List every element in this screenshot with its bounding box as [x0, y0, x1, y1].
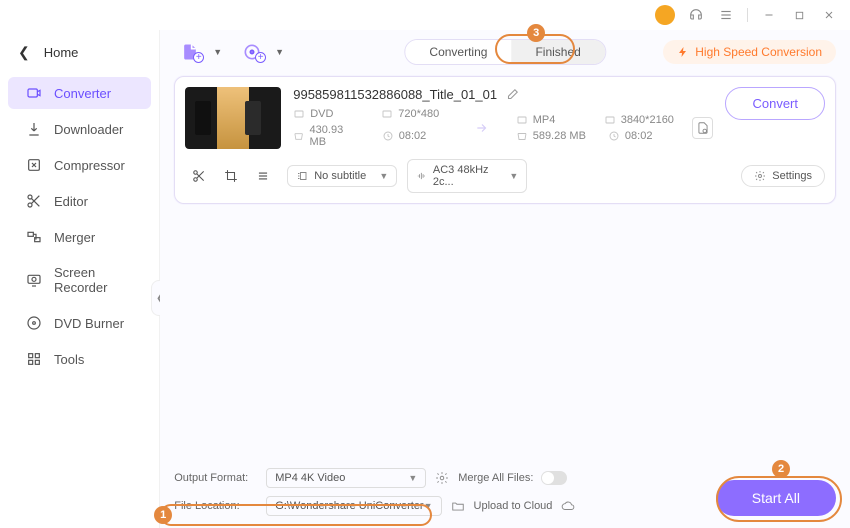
lightning-icon	[677, 46, 689, 58]
footer-bar: Output Format: MP4 4K Video ▼ Merge All …	[174, 458, 836, 520]
tab-segment: Converting Finished	[404, 39, 605, 65]
src-format: DVD	[310, 108, 333, 120]
add-dvd-button[interactable]: + ▼	[236, 38, 290, 66]
edit-title-icon[interactable]	[505, 88, 519, 102]
annotation-badge-2: 2	[772, 460, 790, 478]
main-panel: + ▼ + ▼ Converting Finished High Speed C…	[160, 30, 850, 528]
output-gear-icon[interactable]	[434, 470, 450, 486]
output-format-dropdown[interactable]: MP4 4K Video ▼	[266, 468, 426, 488]
maximize-icon[interactable]	[790, 6, 808, 24]
sidebar-item-screen-recorder[interactable]: Screen Recorder	[8, 257, 151, 303]
tools-icon	[26, 351, 42, 367]
screen-recorder-icon	[26, 272, 42, 288]
sidebar-item-compressor[interactable]: Compressor	[8, 149, 151, 181]
sidebar-item-label: Compressor	[54, 158, 125, 173]
menu-icon[interactable]	[717, 6, 735, 24]
file-location-label: File Location:	[174, 500, 258, 512]
sidebar-item-dvd-burner[interactable]: DVD Burner	[8, 307, 151, 339]
download-icon	[26, 121, 42, 137]
caret-down-icon: ▼	[408, 473, 417, 483]
sidebar-item-merger[interactable]: Merger	[8, 221, 151, 253]
trim-icon[interactable]	[191, 168, 207, 184]
high-speed-label: High Speed Conversion	[695, 45, 822, 59]
minimize-icon[interactable]	[760, 6, 778, 24]
dst-resolution: 3840*2160	[621, 114, 674, 126]
sidebar-item-converter[interactable]: Converter	[8, 77, 151, 109]
file-title: 995859811532886088_Title_01_01	[293, 87, 497, 102]
merger-icon	[26, 229, 42, 245]
window-titlebar	[0, 0, 850, 30]
source-meta: DVD 720*480 430.93 MB 08:02	[293, 108, 447, 148]
caret-down-icon: ▼	[379, 171, 388, 181]
plus-icon: +	[193, 52, 204, 63]
convert-button[interactable]: Convert	[725, 87, 825, 120]
src-size: 430.93 MB	[310, 124, 360, 148]
output-format-value: MP4 4K Video	[275, 472, 345, 484]
home-back[interactable]: ❮ Home	[0, 38, 159, 67]
scissors-icon	[26, 193, 42, 209]
sidebar-item-editor[interactable]: Editor	[8, 185, 151, 217]
sidebar-item-label: Editor	[54, 194, 88, 209]
merge-label: Merge All Files:	[458, 472, 533, 484]
file-location-dropdown[interactable]: G:\Wondershare UniConverter ▼	[266, 496, 441, 516]
sidebar: ❮ Home Converter Downloader Compressor	[0, 30, 160, 528]
subtitle-dropdown[interactable]: No subtitle ▼	[287, 165, 397, 187]
arrow-right-icon	[466, 121, 498, 135]
sidebar-item-label: Downloader	[54, 122, 123, 137]
merge-toggle[interactable]	[541, 471, 567, 485]
sidebar-item-label: Tools	[54, 352, 84, 367]
sidebar-item-label: DVD Burner	[54, 316, 124, 331]
caret-down-icon: ▼	[424, 501, 433, 511]
file-location-value: G:\Wondershare UniConverter	[275, 500, 423, 512]
settings-label: Settings	[772, 170, 812, 182]
sidebar-item-label: Converter	[54, 86, 111, 101]
upload-cloud-label: Upload to Cloud	[474, 500, 553, 512]
cloud-icon[interactable]	[560, 498, 576, 514]
user-avatar[interactable]	[655, 5, 675, 25]
chevron-left-icon: ❮	[18, 44, 30, 61]
dst-format: MP4	[533, 114, 556, 126]
add-file-button[interactable]: + ▼	[174, 38, 228, 66]
src-duration: 08:02	[399, 130, 427, 142]
sidebar-item-tools[interactable]: Tools	[8, 343, 151, 375]
start-all-button[interactable]: Start All	[716, 480, 836, 516]
conversion-item: 995859811532886088_Title_01_01 DVD 720*4…	[174, 76, 836, 204]
annotation-badge-1: 1	[154, 506, 172, 524]
compressor-icon	[26, 157, 42, 173]
close-icon[interactable]	[820, 6, 838, 24]
src-resolution: 720*480	[398, 108, 439, 120]
caret-down-icon: ▼	[509, 171, 518, 181]
more-icon[interactable]	[255, 168, 271, 184]
target-meta: MP4 3840*2160 589.28 MB 08:02	[516, 114, 674, 142]
audio-value: AC3 48kHz 2c...	[433, 164, 503, 188]
support-icon[interactable]	[687, 6, 705, 24]
crop-icon[interactable]	[223, 168, 239, 184]
output-settings-button[interactable]	[692, 117, 714, 139]
sidebar-item-label: Screen Recorder	[54, 265, 133, 295]
subtitle-value: No subtitle	[314, 170, 366, 182]
caret-down-icon: ▼	[275, 47, 284, 57]
topbar: + ▼ + ▼ Converting Finished High Speed C…	[174, 38, 836, 66]
item-settings-button[interactable]: Settings	[741, 165, 825, 187]
tab-finished[interactable]: Finished	[511, 40, 604, 64]
tab-converting[interactable]: Converting	[405, 40, 511, 64]
video-thumbnail[interactable]	[185, 87, 281, 149]
high-speed-conversion[interactable]: High Speed Conversion	[663, 40, 836, 64]
open-folder-icon[interactable]	[450, 498, 466, 514]
disc-icon	[26, 315, 42, 331]
separator	[747, 8, 748, 22]
output-format-label: Output Format:	[174, 472, 258, 484]
sidebar-item-label: Merger	[54, 230, 95, 245]
converter-icon	[26, 85, 42, 101]
dst-size: 589.28 MB	[533, 130, 586, 142]
sidebar-item-downloader[interactable]: Downloader	[8, 113, 151, 145]
dst-duration: 08:02	[625, 130, 653, 142]
audio-dropdown[interactable]: AC3 48kHz 2c... ▼	[407, 159, 527, 193]
home-label: Home	[44, 45, 79, 60]
caret-down-icon: ▼	[213, 47, 222, 57]
plus-icon: +	[255, 52, 266, 63]
